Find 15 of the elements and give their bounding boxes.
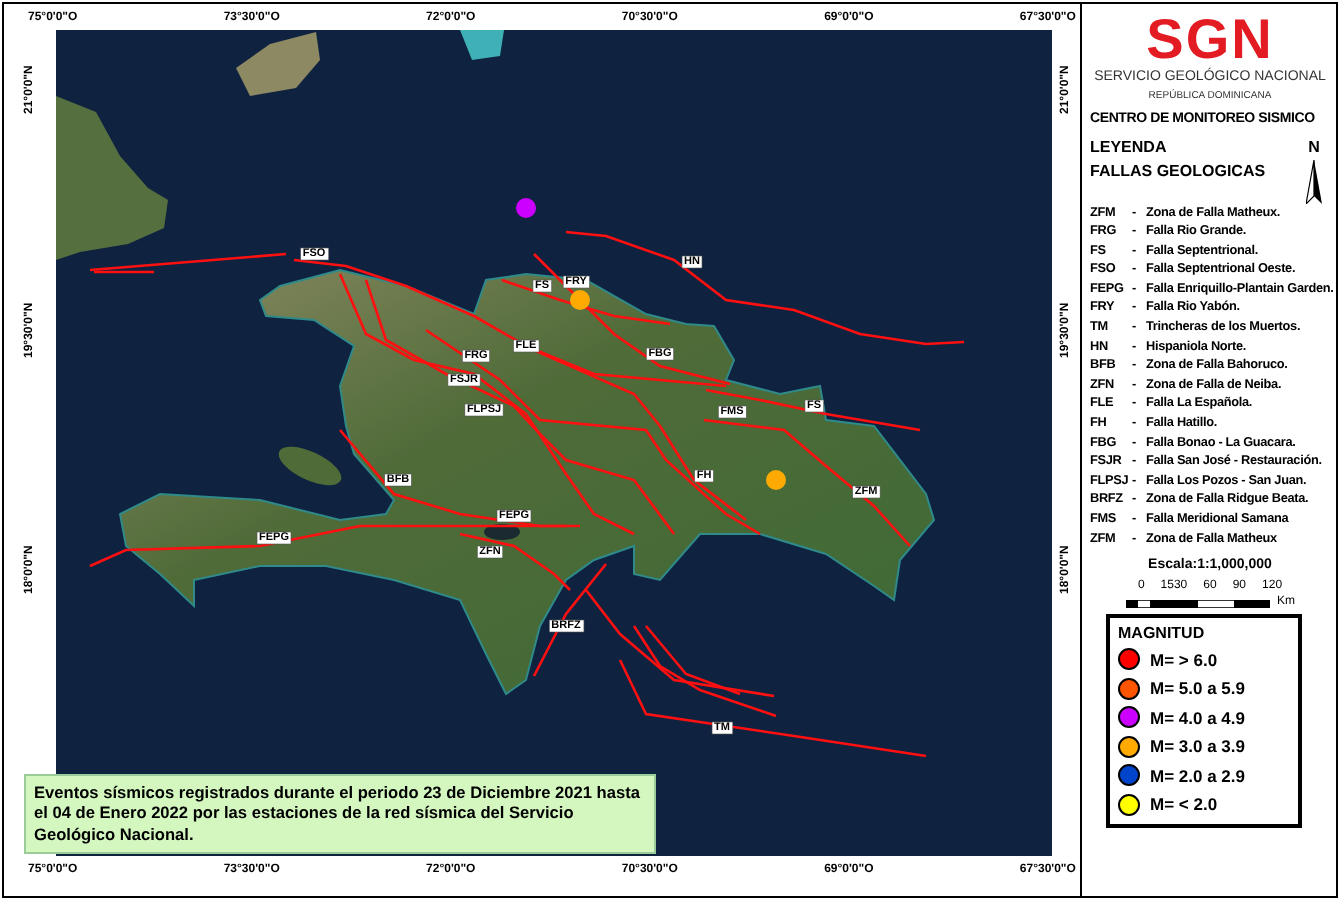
magnitude-label: M= > 6.0 [1150,647,1218,673]
logo-text: SGN [1144,12,1276,68]
magnitude-title: MAGNITUD [1118,621,1207,646]
faults-title: FALLAS GEOLOGICAS [1090,159,1266,183]
north-label: N [1308,135,1320,159]
magnitude-label: M= < 2.0 [1150,792,1218,818]
scale-bar [1125,599,1269,608]
legend-title: LEYENDA [1090,135,1169,159]
magnitude-label: M= 2.0 a 2.9 [1150,763,1245,789]
shallow-water-drawing [460,30,504,60]
north-arrow-icon [1306,159,1322,203]
magnitude-label: M= 5.0 a 5.9 [1150,676,1245,702]
magnitude-label: M= 4.0 a 4.9 [1150,705,1245,731]
map-caption: Eventos sísmicos registrados durante el periodo 23 de Diciembre 2021 hasta el 04 de Enero 2022 por las estaciones de la red sísmica del Servicio Geológico Nacional. [24,773,656,854]
magnitude-label: M= 3.0 a 3.9 [1150,734,1245,760]
